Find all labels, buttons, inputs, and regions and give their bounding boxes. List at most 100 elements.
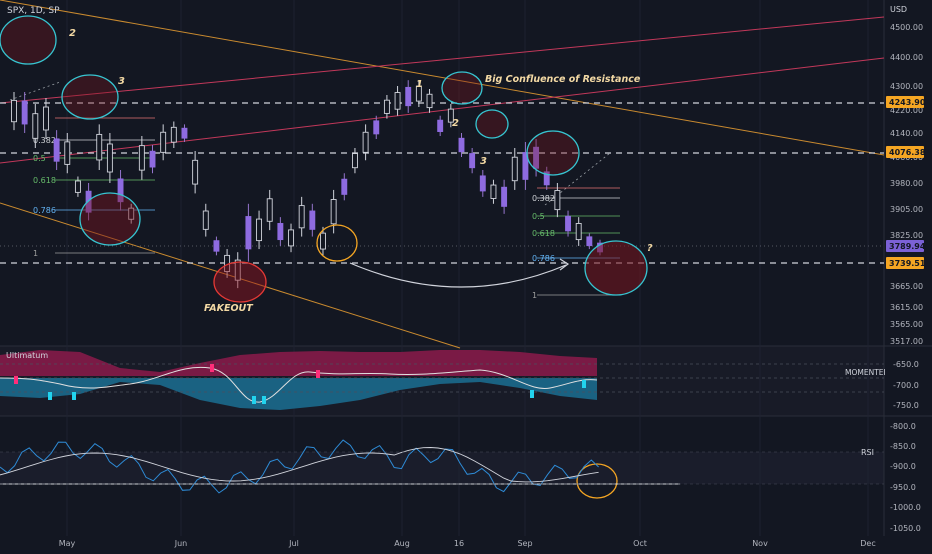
circle-annotation[interactable] xyxy=(61,74,119,120)
candle[interactable] xyxy=(586,236,593,247)
ultimatum-tick: -650.0 xyxy=(893,360,919,369)
fib-label: 0.618 xyxy=(33,176,56,185)
wave-label: 3 xyxy=(118,76,125,87)
y-tick-label: 3565.00 xyxy=(890,320,923,329)
candle[interactable] xyxy=(362,131,369,153)
ultimatum-bar xyxy=(252,396,256,404)
candle[interactable] xyxy=(21,100,28,125)
circle-annotation[interactable] xyxy=(79,192,141,246)
chart-note: FAKEOUT xyxy=(204,303,254,314)
candle[interactable] xyxy=(43,106,49,131)
circle-annotation[interactable] xyxy=(441,71,483,105)
ultimatum-bar xyxy=(72,392,76,400)
time-axis: May Jun Jul Aug 16 Sep Oct Nov Dec xyxy=(0,536,932,550)
circle-annotation[interactable] xyxy=(0,15,57,65)
candle[interactable] xyxy=(373,120,380,135)
chart-stage: 0.382 0.5 0.618 0.786 1 0.382 0.5 0.618 0.786 1 2… xyxy=(0,0,932,550)
candle[interactable] xyxy=(170,126,177,143)
candle[interactable] xyxy=(330,199,337,225)
price-tag-label: 4243.90 xyxy=(889,98,926,107)
ultimatum-bar xyxy=(48,392,52,400)
ultimatum-tick: -750.0 xyxy=(893,401,919,410)
rsi-tick: -1000.0 xyxy=(890,503,921,512)
wave-label: 3 xyxy=(480,156,487,167)
candle[interactable] xyxy=(106,143,113,173)
y-tick-label: 3615.00 xyxy=(890,303,923,312)
rsi-title: RSI xyxy=(861,448,874,457)
candle[interactable] xyxy=(405,86,412,107)
circle-annotation[interactable] xyxy=(576,463,618,499)
candle[interactable] xyxy=(309,210,316,230)
candle[interactable] xyxy=(511,156,518,182)
candle[interactable] xyxy=(32,113,39,139)
y-tick-label: 3517.00 xyxy=(890,337,923,346)
y-tick-label: 4500.00 xyxy=(890,23,923,32)
candle[interactable] xyxy=(64,141,71,165)
candle[interactable] xyxy=(479,175,486,192)
x-tick-label: Dec xyxy=(860,539,875,548)
candle[interactable] xyxy=(383,99,390,114)
candle[interactable] xyxy=(351,153,358,169)
candle[interactable] xyxy=(490,184,497,199)
ultimatum-bar xyxy=(210,364,214,372)
rsi-tick: -900.0 xyxy=(890,462,916,471)
x-tick-label: Jul xyxy=(288,539,299,548)
candle[interactable] xyxy=(11,99,17,123)
candle[interactable] xyxy=(53,138,60,162)
candle[interactable] xyxy=(181,127,188,139)
ultimatum-tick: -700.0 xyxy=(893,381,919,390)
y-tick-label: 4140.00 xyxy=(890,129,923,138)
ultimatum-bar xyxy=(14,376,18,384)
x-tick-label: Oct xyxy=(633,539,647,548)
candle[interactable] xyxy=(213,240,220,252)
circle-annotation[interactable] xyxy=(213,261,267,303)
circle-annotation[interactable] xyxy=(316,224,358,262)
circle-annotation[interactable] xyxy=(475,109,509,139)
chart-svg[interactable]: 0.3820.50.6180.78610.3820.50.6180.7861 2… xyxy=(0,0,932,550)
circle-annotation[interactable] xyxy=(526,130,580,176)
chart-note: Big Confluence of Resistance xyxy=(485,74,641,85)
wave-label: 1 xyxy=(416,79,423,90)
candle[interactable] xyxy=(256,218,263,242)
price-tag-label: 3789.94 xyxy=(889,242,926,251)
candle[interactable] xyxy=(266,198,273,222)
x-tick-label: Jun xyxy=(174,539,188,548)
candle[interactable] xyxy=(426,93,433,109)
x-tick-label: Aug xyxy=(394,539,410,548)
candle[interactable] xyxy=(298,205,305,229)
y-tick-label: 3665.00 xyxy=(890,282,923,291)
candle[interactable] xyxy=(575,223,582,241)
candle[interactable] xyxy=(138,145,145,171)
y-tick-label: 3905.00 xyxy=(890,205,923,214)
candle[interactable] xyxy=(277,223,284,241)
candle[interactable] xyxy=(245,216,252,250)
candle[interactable] xyxy=(149,150,156,168)
y-tick-label: 4300.00 xyxy=(890,82,923,91)
candle[interactable] xyxy=(288,229,294,247)
candle[interactable] xyxy=(501,186,508,207)
y-tick-label: 3980.00 xyxy=(890,179,923,188)
candle[interactable] xyxy=(74,180,81,193)
x-tick-label: May xyxy=(59,539,76,548)
ultimatum-title: Ultimatum xyxy=(6,351,48,360)
rsi-tick: -850.0 xyxy=(890,442,916,451)
candle[interactable] xyxy=(458,137,465,153)
candle[interactable] xyxy=(96,133,103,161)
candle[interactable] xyxy=(437,119,444,132)
candle[interactable] xyxy=(341,178,348,195)
candle[interactable] xyxy=(394,92,401,110)
candle[interactable] xyxy=(192,159,199,185)
fib-label: 0.786 xyxy=(33,206,56,215)
candle[interactable] xyxy=(160,131,167,153)
fib-label: 0.5 xyxy=(33,154,46,163)
candle[interactable] xyxy=(202,210,209,230)
x-tick-label: Nov xyxy=(752,539,768,548)
candle[interactable] xyxy=(565,215,571,232)
candle[interactable] xyxy=(554,190,561,211)
fib-label: 0.618 xyxy=(532,229,555,238)
candle[interactable] xyxy=(469,153,476,169)
wave-label: 2 xyxy=(452,118,459,129)
circle-annotation[interactable] xyxy=(584,240,648,296)
wave-label: 2 xyxy=(69,28,76,39)
symbol-label: SPX, 1D, SP xyxy=(7,6,60,16)
